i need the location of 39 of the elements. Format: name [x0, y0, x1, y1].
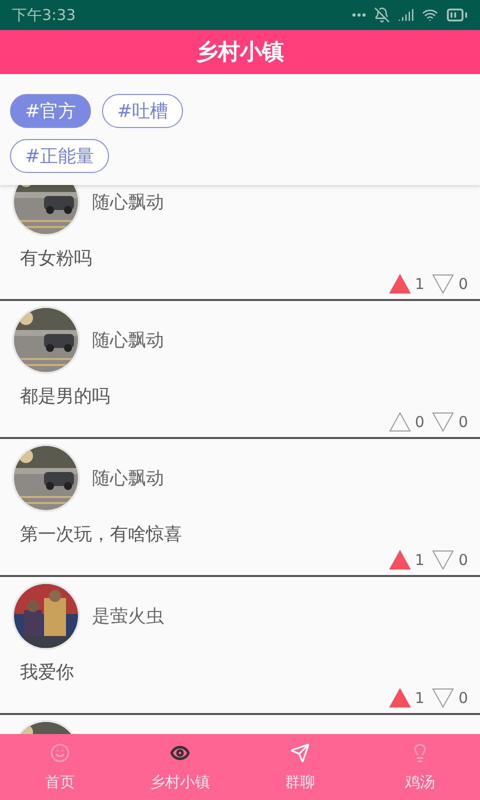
upvote-count: 1	[414, 275, 424, 293]
tag-chip[interactable]: #吐槽	[102, 94, 184, 128]
nav-tab[interactable]: 群聊	[240, 734, 360, 800]
post-text: 我爱你	[20, 661, 75, 684]
post-text: 有女粉吗	[20, 247, 93, 270]
downvote-icon[interactable]	[432, 550, 454, 570]
tag-chip[interactable]: #官方	[10, 94, 92, 128]
upvote-count: 1	[414, 689, 424, 707]
downvote-icon[interactable]	[432, 412, 454, 432]
signal-icon	[398, 7, 414, 23]
wifi-icon	[422, 7, 438, 23]
nav-tab[interactable]: 鸡汤	[360, 734, 480, 800]
downvote-icon[interactable]	[432, 688, 454, 708]
smiley-icon	[50, 742, 70, 762]
post-text: 都是男的吗	[20, 385, 111, 408]
upvote-icon[interactable]	[388, 688, 411, 708]
bell-off-icon	[374, 7, 390, 23]
downvote-count: 0	[458, 551, 468, 569]
upvote-icon[interactable]	[388, 412, 411, 432]
header-title: 乡村小镇	[196, 39, 284, 67]
post-text: 第一次玩，有啥惊喜	[20, 523, 183, 546]
upvote-count: 0	[414, 413, 424, 431]
dots-icon	[352, 13, 366, 17]
author-name: 随心飘动	[92, 191, 164, 214]
tag-chip[interactable]: #正能量	[10, 139, 110, 173]
upvote-count: 1	[414, 551, 424, 569]
downvote-count: 0	[458, 689, 468, 707]
status-time: 下午3:33	[12, 6, 76, 24]
author-name: 随心飘动	[92, 467, 164, 490]
nav-tab[interactable]: 乡村小镇	[120, 734, 240, 800]
upvote-icon[interactable]	[388, 274, 411, 294]
nav-tab[interactable]: 首页	[0, 734, 120, 800]
downvote-count: 0	[458, 413, 468, 431]
author-name: 是萤火虫	[92, 605, 164, 628]
downvote-icon[interactable]	[432, 274, 454, 294]
author-name: 随心飘动	[92, 329, 164, 352]
downvote-count: 0	[458, 275, 468, 293]
paper-plane-icon	[290, 742, 310, 762]
upvote-icon[interactable]	[388, 550, 411, 570]
